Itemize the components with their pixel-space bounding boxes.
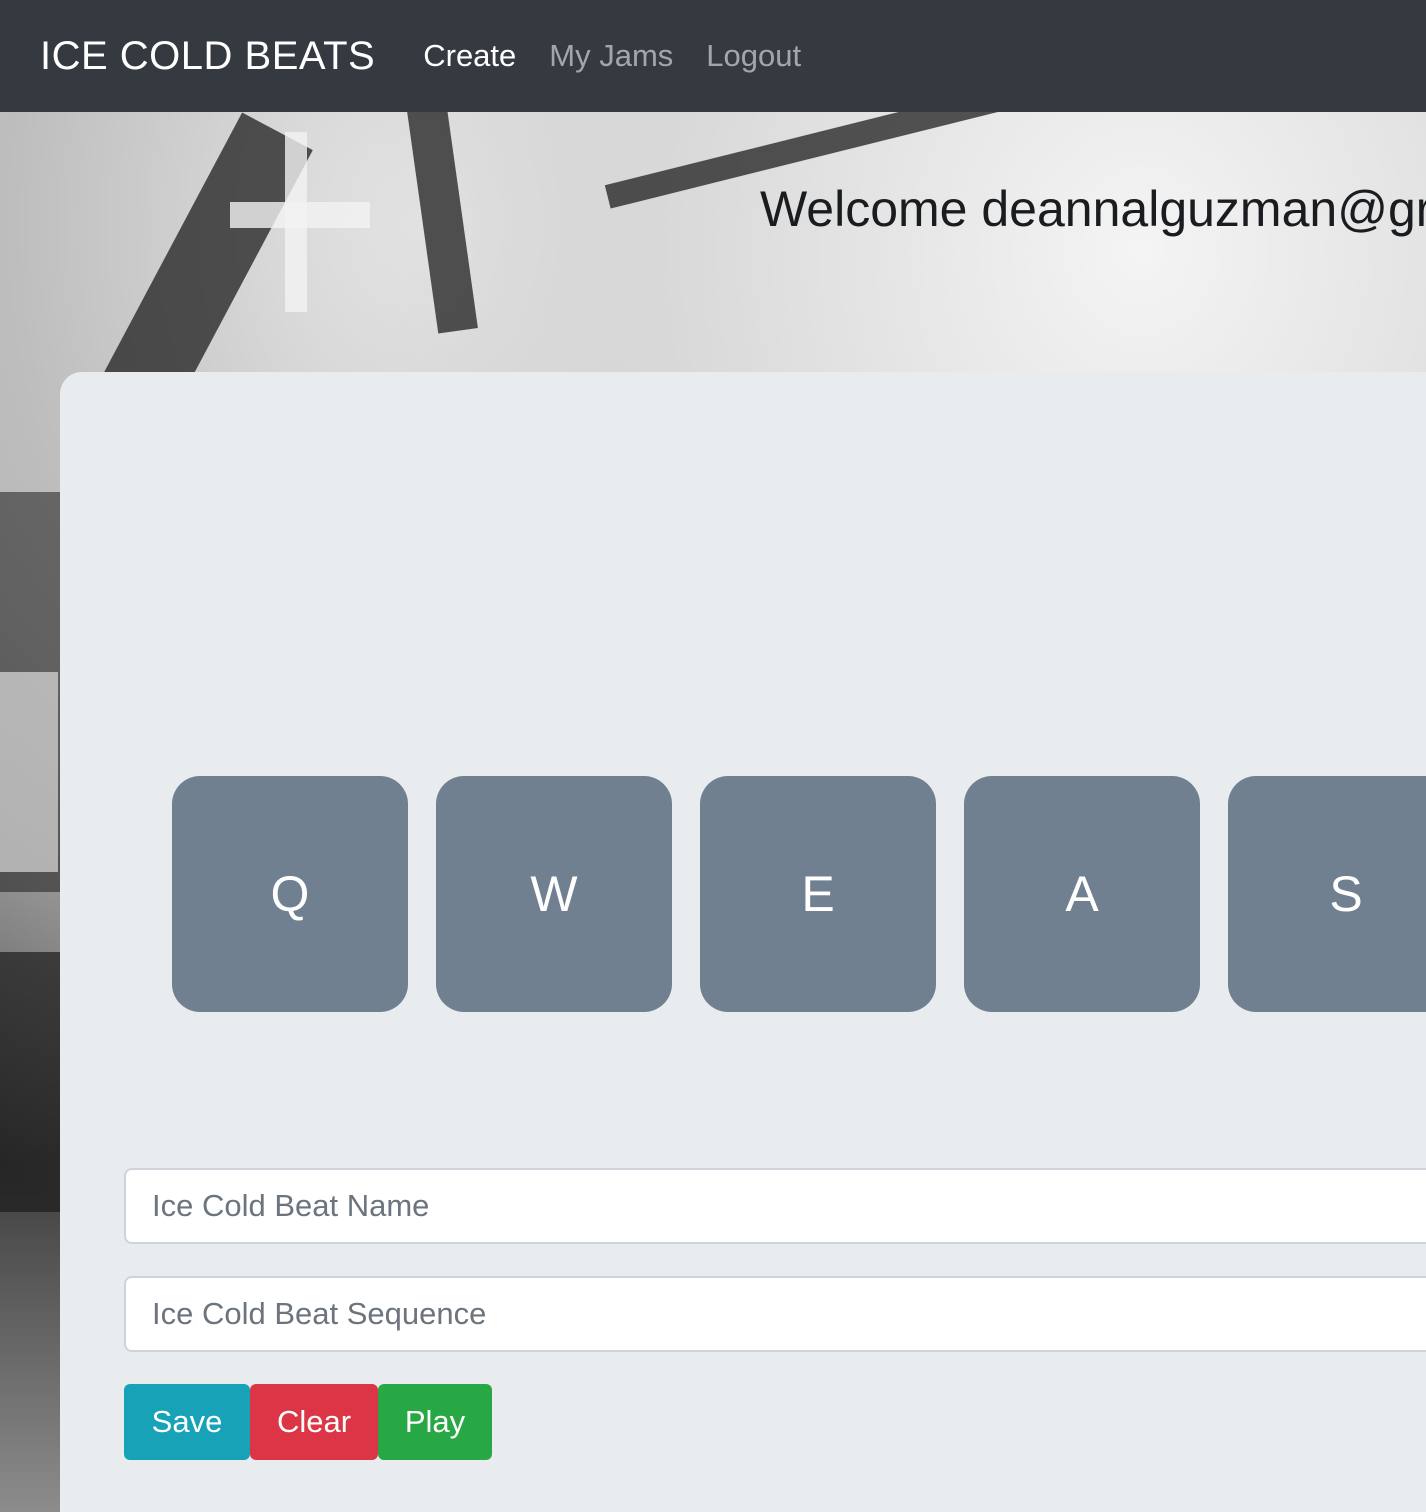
drum-pad-q[interactable]: Q bbox=[172, 776, 408, 1012]
beat-name-input[interactable] bbox=[124, 1168, 1426, 1244]
drum-pad-s[interactable]: S bbox=[1228, 776, 1426, 1012]
save-button[interactable]: Save bbox=[124, 1384, 250, 1460]
nav-link-create[interactable]: Create bbox=[423, 38, 516, 74]
nav-link-my-jams[interactable]: My Jams bbox=[549, 38, 673, 74]
beat-sequence-input[interactable] bbox=[124, 1276, 1426, 1352]
brand-logo[interactable]: ICE COLD BEATS bbox=[40, 34, 375, 79]
nav-link-logout[interactable]: Logout bbox=[706, 38, 801, 74]
drum-pad-a[interactable]: A bbox=[964, 776, 1200, 1012]
drum-pad-e[interactable]: E bbox=[700, 776, 936, 1012]
top-navbar: ICE COLD BEATS Create My Jams Logout bbox=[0, 0, 1426, 112]
drum-pad-w[interactable]: W bbox=[436, 776, 672, 1012]
clear-button[interactable]: Clear bbox=[250, 1384, 378, 1460]
play-button[interactable]: Play bbox=[378, 1384, 492, 1460]
welcome-heading: Welcome deannalguzman@gr bbox=[760, 181, 1426, 237]
